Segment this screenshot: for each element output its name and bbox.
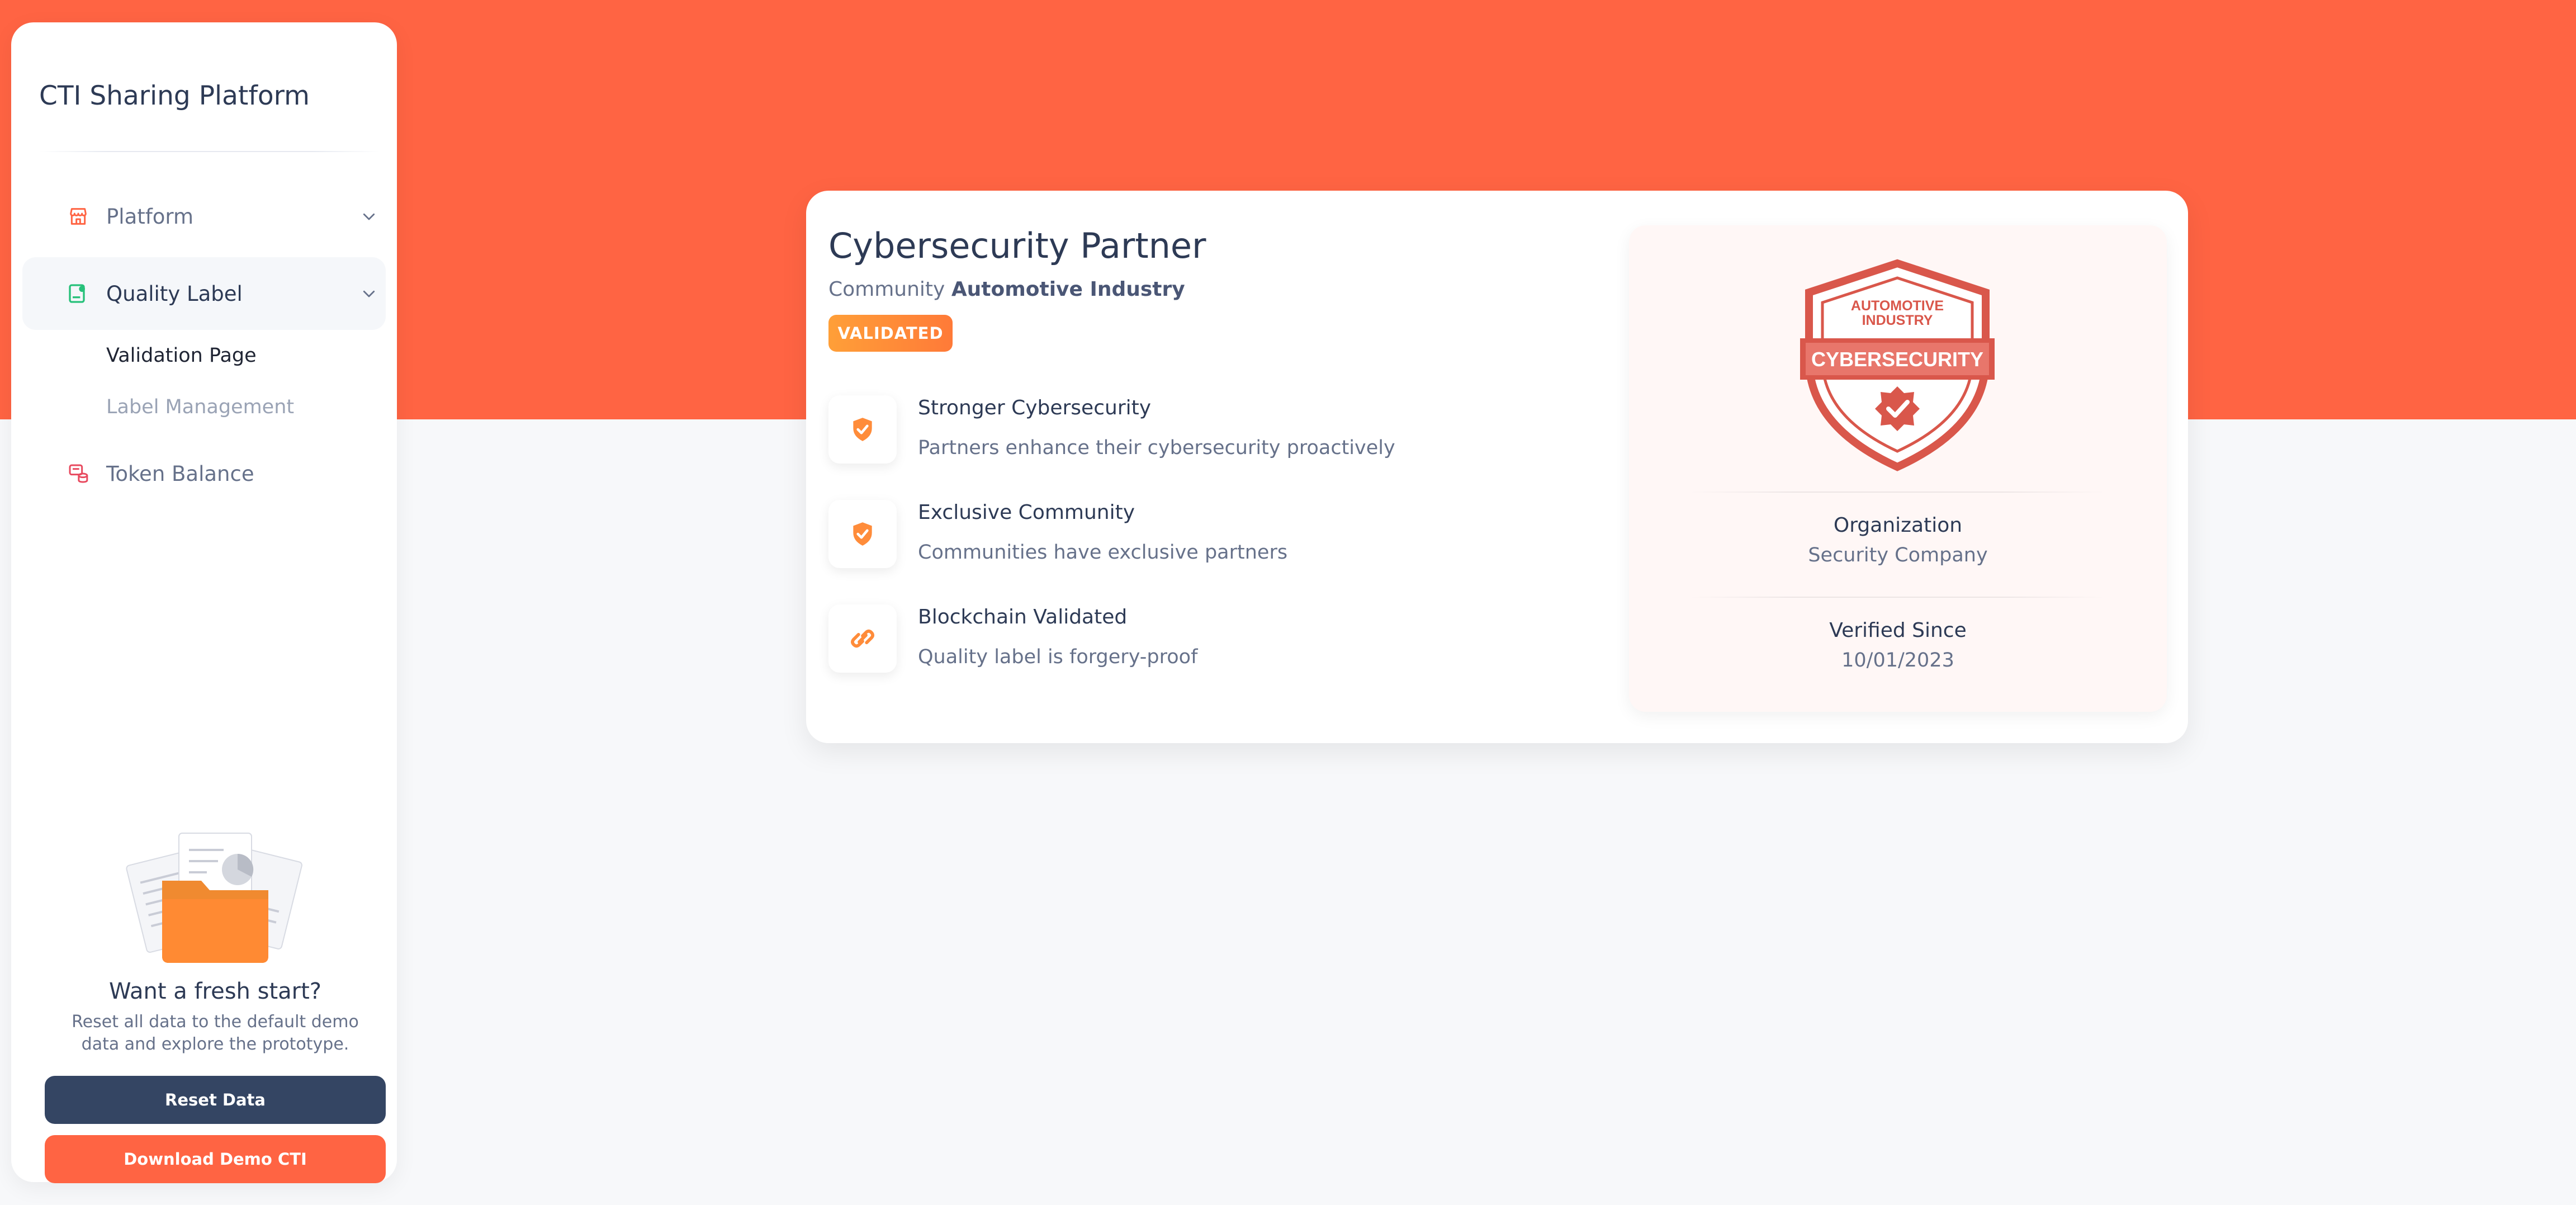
folder-illustration (126, 833, 302, 963)
feature-item: Stronger Cybersecurity Partners enhance … (828, 395, 1555, 468)
brand-title: CTI Sharing Platform (39, 81, 310, 111)
download-demo-cti-button[interactable]: Download Demo CTI (45, 1135, 386, 1183)
organization-label: Organization (1833, 514, 1963, 537)
community-line: Community Automotive Industry (828, 278, 1185, 301)
sidebar-item-platform[interactable]: Platform (22, 180, 386, 253)
organization-value: Security Company (1808, 544, 1988, 566)
seal-top-line1: AUTOMOTIVE (1851, 298, 1944, 314)
coins-icon (69, 464, 88, 483)
verified-since-value: 10/01/2023 (1841, 649, 1954, 672)
status-badge: VALIDATED (828, 315, 953, 352)
sidebar-item-token-balance[interactable]: Token Balance (22, 437, 386, 510)
partner-card: Cybersecurity Partner Community Automoti… (806, 191, 2188, 743)
sidebar-item-label: Token Balance (106, 461, 254, 486)
fresh-start-title: Want a fresh start? (108, 979, 322, 1004)
sidebar-item-label: Quality Label (106, 281, 243, 306)
feature-description: Communities have exclusive partners (918, 541, 1288, 564)
seal-banner: CYBERSECURITY (1811, 348, 1983, 371)
feature-item: Blockchain Validated Quality label is fo… (828, 604, 1555, 677)
sidebar-item-label: Platform (106, 204, 194, 229)
fresh-start-description: Reset all data to the default demo data … (72, 1012, 359, 1054)
seal-top-line2: INDUSTRY (1862, 313, 1933, 328)
feature-description: Quality label is forgery-proof (918, 646, 1198, 668)
shield-check-icon (828, 500, 897, 568)
verified-since-label: Verified Since (1829, 619, 1967, 642)
cybersecurity-seal-icon: AUTOMOTIVE INDUSTRY CYBERSECURITY (1800, 259, 1995, 471)
card-title: Cybersecurity Partner (828, 225, 1206, 266)
sidebar: CTI Sharing Platform Platform Quality La… (11, 22, 397, 1183)
reset-data-button[interactable]: Reset Data (45, 1076, 386, 1124)
community-name: Automotive Industry (951, 278, 1185, 301)
feature-item: Exclusive Community Communities have exc… (828, 500, 1555, 573)
chevron-down-icon (363, 213, 375, 220)
brand-divider (39, 151, 380, 152)
store-icon (70, 208, 87, 225)
link-icon (828, 604, 897, 673)
shield-check-icon (828, 395, 897, 464)
panel-divider (1690, 492, 2104, 493)
sidebar-item-quality-label[interactable]: Quality Label (22, 257, 386, 330)
sub-item-validation-page[interactable]: Validation Page (106, 344, 257, 367)
id-card-icon (69, 284, 85, 303)
sub-item-label-management[interactable]: Label Management (106, 396, 294, 418)
feature-title: Blockchain Validated (918, 606, 1128, 629)
chevron-down-icon (363, 290, 375, 297)
feature-title: Exclusive Community (918, 501, 1135, 524)
label-info-panel: AUTOMOTIVE INDUSTRY CYBERSECURITY Organi… (1629, 225, 2167, 712)
feature-description: Partners enhance their cybersecurity pro… (918, 437, 1395, 459)
panel-divider (1690, 597, 2104, 598)
community-prefix: Community (828, 278, 945, 301)
feature-title: Stronger Cybersecurity (918, 396, 1152, 419)
